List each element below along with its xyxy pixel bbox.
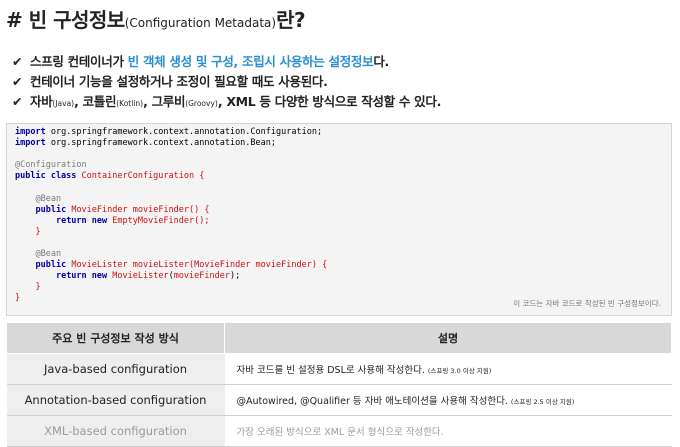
- code-text: org.springframework.context.annotation.C…: [45, 127, 323, 137]
- code-annotation: @Bean: [35, 249, 62, 260]
- title-main: # 빈 구성정보: [6, 8, 125, 32]
- code-brace: {: [194, 171, 205, 182]
- code-brace: }: [15, 293, 21, 304]
- code-text: org.springframework.context.annotation.B…: [45, 138, 277, 149]
- bullet-text: , XML 등 다양한 방식으로 작성할 수 있다.: [217, 94, 442, 109]
- code-brace: }: [35, 282, 41, 293]
- support-note: (스프링 2.5 이상 지원): [510, 398, 575, 406]
- check-icon: ✔: [12, 74, 23, 89]
- code-keyword: public: [35, 260, 67, 271]
- check-icon: ✔: [12, 54, 23, 69]
- bullet-text: , 코틀린: [74, 94, 117, 109]
- check-icon: ✔: [12, 94, 23, 109]
- code-line: public MovieFinder movieFinder() {: [15, 205, 663, 216]
- table-row: Annotation-based configuration @Autowire…: [6, 384, 672, 416]
- code-line: public class ContainerConfiguration {: [15, 171, 663, 182]
- description-text: 자바 코드를 빈 설정용 DSL로 사용해 작성한다.: [236, 365, 425, 376]
- code-keyword: return new: [55, 271, 108, 282]
- bullet-text: 자바: [30, 94, 53, 109]
- table-cell-method: XML-based configuration: [6, 415, 225, 447]
- config-method-table: 주요 빈 구성정보 작성 방식 설명 Java-based configurat…: [6, 322, 672, 447]
- table-cell-description: 자바 코드를 빈 설정용 DSL로 사용해 작성한다. (스프링 3.0 이상 …: [224, 353, 672, 385]
- table-header-method: 주요 빈 구성정보 작성 방식: [6, 322, 225, 354]
- page-title: # 빈 구성정보(Configuration Metadata)란?: [6, 4, 306, 33]
- code-annotation: @Bean: [35, 193, 62, 204]
- code-line: }: [15, 282, 663, 293]
- bullet-text: 컨테이너 기능을 설정하거나 조정이 필요할 때도 사용된다.: [30, 74, 328, 89]
- code-keyword: import: [15, 138, 46, 149]
- code-keyword: return new: [55, 215, 108, 226]
- description-text: @Autowired, @Qualifier 등 자바 애노테이션을 사용해 작…: [236, 396, 508, 407]
- code-method: movieFinder(): [127, 204, 200, 215]
- bullet-note: (Groovy): [185, 99, 218, 108]
- code-type: MovieLister: [66, 260, 128, 271]
- bullet-text: 다.: [373, 54, 389, 69]
- title-suffix: 란?: [276, 8, 306, 32]
- bullet-list: ✔ 스프링 컨테이너가 빈 객체 생성 및 구성, 조립시 사용하는 설정정보다.…: [12, 52, 441, 112]
- table-header-row: 주요 빈 구성정보 작성 방식 설명: [6, 322, 672, 354]
- bullet-item: ✔ 컨테이너 기능을 설정하거나 조정이 필요할 때도 사용된다.: [12, 72, 441, 92]
- code-brace: {: [316, 260, 328, 271]
- table-row: XML-based configuration 가장 오래된 방식으로 XML …: [6, 415, 672, 447]
- code-keyword: public class: [15, 171, 77, 182]
- code-annotation: @Configuration: [15, 160, 87, 171]
- code-type: ContainerConfiguration: [76, 171, 195, 182]
- table-cell-description: 가장 오래된 방식으로 XML 문서 형식으로 작성한다.: [224, 415, 672, 447]
- code-text: );: [229, 271, 241, 282]
- code-method: movieLister(MovieFinder movieFinder): [127, 260, 317, 271]
- code-brace: {: [199, 204, 210, 215]
- title-sub: (Configuration Metadata): [124, 16, 277, 30]
- code-caption: 이 코드는 자바 코드로 작성된 빈 구성정보이다.: [513, 299, 661, 308]
- code-keyword: public: [35, 204, 67, 215]
- bullet-note: (Kotlin): [116, 99, 144, 108]
- code-line: import org.springframework.context.annot…: [15, 127, 663, 138]
- code-type: MovieLister: [107, 271, 169, 282]
- code-keyword: import: [15, 127, 46, 137]
- code-line: @Configuration: [15, 160, 663, 171]
- code-line: @Bean: [15, 249, 663, 260]
- support-note: (스프링 3.0 이상 지원): [427, 367, 492, 375]
- code-line: public MovieLister movieLister(MovieFind…: [15, 260, 663, 271]
- table-header-description: 설명: [224, 322, 672, 354]
- table-cell-method: Java-based configuration: [6, 353, 225, 385]
- bullet-note: (Java): [52, 99, 75, 108]
- code-block: import org.springframework.context.annot…: [6, 123, 672, 316]
- code-line: return new EmptyMovieFinder();: [15, 216, 663, 227]
- table-row: Java-based configuration 자바 코드를 빈 설정용 DS…: [6, 353, 672, 385]
- table-cell-description: @Autowired, @Qualifier 등 자바 애노테이션을 사용해 작…: [224, 384, 672, 416]
- code-line: import org.springframework.context.annot…: [15, 138, 663, 149]
- table-cell-method: Annotation-based configuration: [6, 384, 225, 416]
- code-variable: movieFinder: [173, 271, 230, 282]
- code-line: return new MovieLister(movieFinder);: [15, 271, 663, 282]
- code-line: @Bean: [15, 194, 663, 205]
- code-line: }: [15, 227, 663, 238]
- code-type: EmptyMovieFinder();: [107, 215, 210, 226]
- bullet-item: ✔ 스프링 컨테이너가 빈 객체 생성 및 구성, 조립시 사용하는 설정정보다.: [12, 52, 441, 72]
- code-brace: }: [35, 226, 41, 237]
- bullet-item: ✔ 자바(Java), 코틀린(Kotlin), 그루비(Groovy), XML…: [12, 92, 441, 112]
- description-text: 가장 오래된 방식으로 XML 문서 형식으로 작성한다.: [236, 427, 444, 438]
- code-type: MovieFinder: [66, 204, 128, 215]
- bullet-text: 스프링 컨테이너가: [30, 54, 128, 69]
- bullet-highlight: 빈 객체 생성 및 구성, 조립시 사용하는 설정정보: [127, 54, 374, 69]
- bullet-text: , 그루비: [143, 94, 186, 109]
